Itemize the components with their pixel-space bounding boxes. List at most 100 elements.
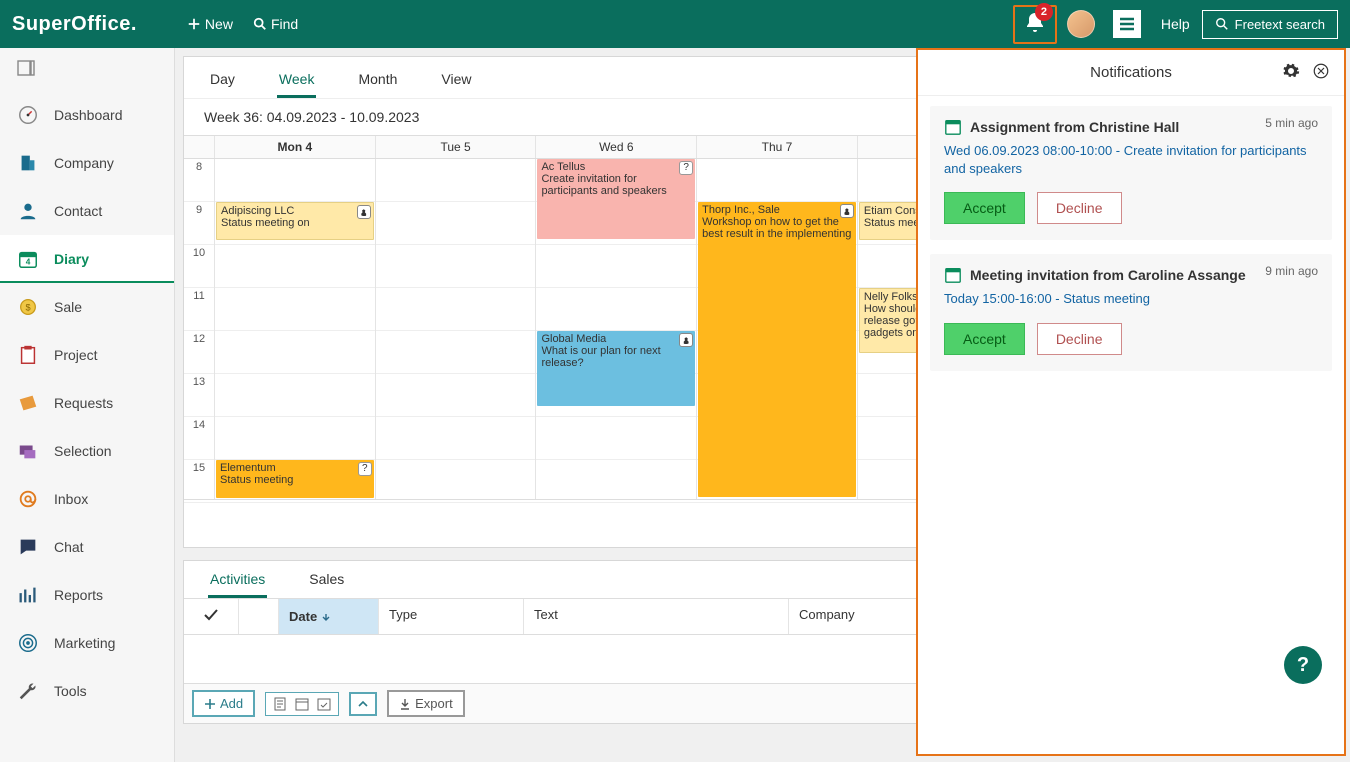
- main-menu-button[interactable]: [1113, 10, 1141, 38]
- sidenav-label: Tools: [54, 683, 87, 699]
- navigator-icon[interactable]: [0, 48, 174, 91]
- th-date[interactable]: Date: [279, 599, 379, 634]
- sidenav-sale[interactable]: $ Sale: [0, 283, 174, 331]
- find-button[interactable]: Find: [243, 10, 308, 38]
- dayhead-thu[interactable]: Thu 7: [696, 136, 857, 158]
- sidenav-requests[interactable]: Requests: [0, 379, 174, 427]
- dayhead-tue[interactable]: Tue 5: [375, 136, 536, 158]
- event-sub: What is our plan for next release?: [541, 345, 691, 369]
- tab-month[interactable]: Month: [356, 67, 399, 98]
- event-title: Adipiscing LLC: [221, 205, 369, 217]
- hamburger-icon: [1118, 15, 1136, 33]
- calendar-icon: [944, 118, 962, 136]
- accept-button[interactable]: Accept: [944, 192, 1025, 224]
- sidenav-label: Sale: [54, 299, 82, 315]
- th-blank[interactable]: [239, 599, 279, 634]
- chevron-up-icon: [357, 698, 369, 710]
- event-wed-actellus[interactable]: ? Ac Tellus Create invitation for partic…: [537, 159, 695, 239]
- sidenav-label: Inbox: [54, 491, 88, 507]
- tab-view[interactable]: View: [439, 67, 473, 98]
- chat-icon: [16, 535, 40, 559]
- new-button[interactable]: New: [177, 10, 243, 38]
- th-text[interactable]: Text: [524, 599, 789, 634]
- close-button[interactable]: [1312, 62, 1330, 83]
- event-mon-elementum[interactable]: ? Elementum Status meeting: [216, 460, 374, 498]
- th-check[interactable]: [184, 599, 239, 634]
- dayhead-mon[interactable]: Mon 4: [214, 136, 375, 158]
- tab-week[interactable]: Week: [277, 67, 317, 98]
- export-button[interactable]: Export: [387, 690, 465, 717]
- hour-14: 14: [184, 417, 214, 460]
- sidenav-chat[interactable]: Chat: [0, 523, 174, 571]
- wrench-icon: [16, 679, 40, 703]
- notification-badge: 2: [1035, 3, 1053, 21]
- sidenav-dashboard[interactable]: Dashboard: [0, 91, 174, 139]
- freetext-search[interactable]: Freetext search: [1202, 10, 1338, 39]
- week-range: Week 36: 04.09.2023 - 10.09.2023: [204, 109, 419, 125]
- sidenav-marketing[interactable]: Marketing: [0, 619, 174, 667]
- notif-description[interactable]: Today 15:00-16:00 - Status meeting: [944, 290, 1318, 308]
- tab-day[interactable]: Day: [208, 67, 237, 98]
- tab-sales[interactable]: Sales: [307, 569, 346, 598]
- daycol-tue[interactable]: [375, 159, 536, 499]
- daycol-thu[interactable]: Thorp Inc., Sale Workshop on how to get …: [696, 159, 857, 499]
- help-icon: ?: [679, 161, 693, 175]
- sidenav-reports[interactable]: Reports: [0, 571, 174, 619]
- sidenav-label: Requests: [54, 395, 113, 411]
- coin-icon: $: [16, 295, 40, 319]
- sidenav-contact[interactable]: Contact: [0, 187, 174, 235]
- daycol-wed[interactable]: ? Ac Tellus Create invitation for partic…: [535, 159, 696, 499]
- chevron-up-button[interactable]: [349, 692, 377, 716]
- sidenav-inbox[interactable]: Inbox: [0, 475, 174, 523]
- help-link[interactable]: Help: [1161, 16, 1190, 32]
- sidenav-company[interactable]: Company: [0, 139, 174, 187]
- th-type[interactable]: Type: [379, 599, 524, 634]
- side-nav: Dashboard Company Contact 4Diary $ Sale P…: [0, 48, 175, 762]
- gear-icon: [1282, 62, 1300, 80]
- download-icon: [399, 698, 411, 710]
- sort-down-icon: [321, 612, 331, 622]
- tab-activities[interactable]: Activities: [208, 569, 267, 598]
- notif-description[interactable]: Wed 06.09.2023 08:00-10:00 - Create invi…: [944, 142, 1318, 178]
- help-fab[interactable]: ?: [1284, 646, 1322, 684]
- settings-button[interactable]: [1282, 62, 1300, 83]
- notification-card[interactable]: 9 min ago Meeting invitation from Caroli…: [930, 254, 1332, 370]
- event-title: Ac Tellus: [541, 161, 691, 173]
- event-sub: Workshop on how to get the best result i…: [702, 216, 852, 240]
- notif-time: 9 min ago: [1265, 264, 1318, 278]
- dayhead-wed[interactable]: Wed 6: [535, 136, 696, 158]
- event-wed-globalmedia[interactable]: Global Media What is our plan for next r…: [537, 331, 695, 406]
- event-title: Thorp Inc., Sale: [702, 204, 852, 216]
- notif-title: Assignment from Christine Hall: [970, 119, 1179, 135]
- sidenav-project[interactable]: Project: [0, 331, 174, 379]
- search-icon: [1215, 17, 1229, 31]
- daycol-mon[interactable]: Adipiscing LLC Status meeting on ? Eleme…: [214, 159, 375, 499]
- sidenav-label: Contact: [54, 203, 102, 219]
- sidenav-diary[interactable]: 4Diary: [0, 235, 174, 283]
- at-icon: [16, 487, 40, 511]
- svg-text:$: $: [25, 303, 30, 313]
- decline-button[interactable]: Decline: [1037, 192, 1122, 224]
- avatar[interactable]: [1067, 10, 1095, 38]
- ticket-icon: [16, 391, 40, 415]
- help-icon: ?: [358, 462, 372, 476]
- add-button[interactable]: Add: [192, 690, 255, 717]
- calendar-icon: [944, 266, 962, 284]
- hour-9: 9: [184, 202, 214, 245]
- notifications-button[interactable]: 2: [1013, 5, 1057, 44]
- new-followup-group[interactable]: [265, 692, 339, 716]
- event-thu-thorp[interactable]: Thorp Inc., Sale Workshop on how to get …: [698, 202, 856, 497]
- hour-12: 12: [184, 331, 214, 374]
- notif-title: Meeting invitation from Caroline Assange: [970, 267, 1246, 283]
- sidenav-selection[interactable]: Selection: [0, 427, 174, 475]
- accept-button[interactable]: Accept: [944, 323, 1025, 355]
- event-title: Global Media: [541, 333, 691, 345]
- notification-card[interactable]: 5 min ago Assignment from Christine Hall…: [930, 106, 1332, 240]
- person-icon: [679, 333, 693, 347]
- clipboard-icon: [16, 343, 40, 367]
- decline-button[interactable]: Decline: [1037, 323, 1122, 355]
- event-mon-adipiscing[interactable]: Adipiscing LLC Status meeting on: [216, 202, 374, 240]
- logo: SuperOffice.: [12, 13, 137, 36]
- calendar-icon: [294, 696, 310, 712]
- sidenav-tools[interactable]: Tools: [0, 667, 174, 715]
